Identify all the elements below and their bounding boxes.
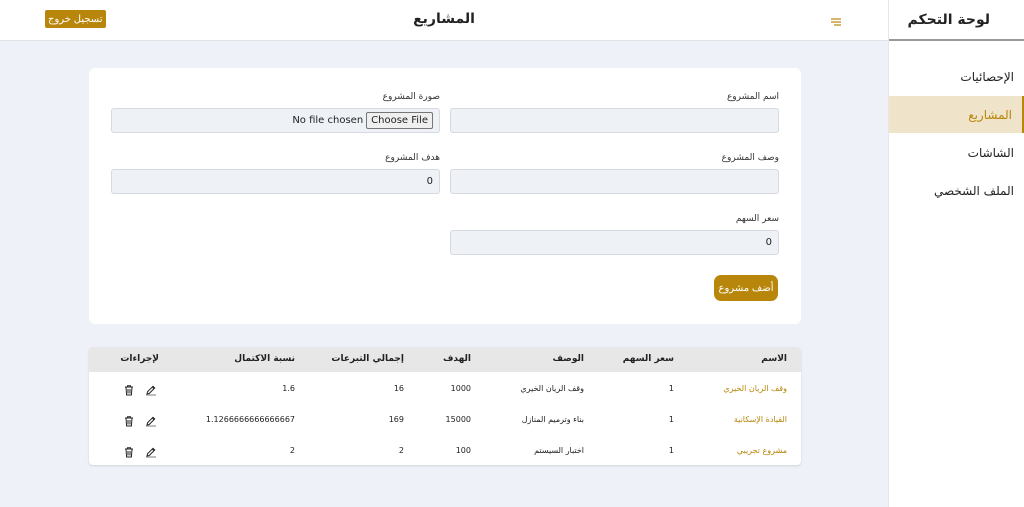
sidebar-item-statistics[interactable]: الإحصائيات [889, 58, 1024, 95]
project-description-label: وصف المشروع [721, 153, 779, 163]
project-image-label: صورة المشروع [382, 92, 440, 102]
edit-icon[interactable] [145, 381, 157, 396]
add-project-button[interactable]: أضف مشروع [714, 275, 778, 301]
edit-icon[interactable] [145, 443, 157, 458]
trash-icon[interactable] [123, 443, 135, 458]
page-title: المشاريع [413, 11, 475, 27]
project-goal-label: هدف المشروع [385, 153, 440, 163]
col-completion-header: نسبة الاكتمال [234, 354, 295, 364]
table-row: القيادة الإسكانية 1 بناء وترميم المنازل … [89, 403, 801, 434]
project-goal-input[interactable]: 0 [111, 169, 440, 194]
cell-description: بناء وترميم المنازل [521, 415, 584, 424]
col-goal-header: الهدف [442, 354, 471, 364]
table-header: الاسم سعر السهم الوصف الهدف إجمالي التبر… [89, 347, 801, 372]
cell-completion: 1.6 [282, 384, 295, 393]
logout-button[interactable]: تسجيل خروج [45, 10, 106, 28]
table-row: مشروع تجريبي 1 اختبار السيستم 100 2 2 [89, 434, 801, 465]
project-description-field: وصف المشروع [450, 152, 779, 194]
sidebar-nav: الإحصائيات المشاريع الشاشات الملف الشخصي [889, 58, 1024, 209]
project-description-input[interactable] [450, 169, 779, 194]
cell-completion: 2 [289, 446, 295, 455]
project-image-field: صورة المشروع No file chosen Choose File [111, 91, 440, 133]
cell-donations: 2 [398, 446, 404, 455]
col-donations-header: إجمالي التبرعات [331, 354, 404, 364]
cell-goal: 1000 [450, 384, 471, 393]
top-header: المشاريع تسجيل خروج [0, 0, 888, 41]
col-actions-header: لإجراءات [120, 354, 159, 364]
share-price-label: سعر السهم [735, 214, 779, 224]
cell-description: وقف الريان الخيري [520, 384, 584, 393]
sidebar-item-screens[interactable]: الشاشات [889, 134, 1024, 171]
cell-donations: 169 [388, 415, 404, 424]
table-row: وقف الريان الخيري 1 وقف الريان الخيري 10… [89, 372, 801, 403]
project-name-label: اسم المشروع [726, 92, 779, 102]
project-goal-field: هدف المشروع 0 [111, 152, 440, 194]
trash-icon[interactable] [123, 381, 135, 396]
cell-share-price: 1 [668, 415, 674, 424]
cell-name[interactable]: مشروع تجريبي [737, 446, 787, 455]
project-name-input[interactable] [450, 108, 779, 133]
hamburger-menu-icon[interactable] [830, 13, 842, 26]
file-status: No file chosen [292, 115, 364, 126]
cell-completion: 1.1266666666666667 [205, 415, 295, 424]
cell-share-price: 1 [668, 446, 674, 455]
cell-donations: 16 [393, 384, 404, 393]
sidebar-title: لوحة التحكم [889, 0, 1024, 41]
choose-file-button[interactable]: Choose File [366, 112, 433, 129]
cell-name[interactable]: وقف الريان الخيري [723, 384, 787, 393]
col-name-header: الاسم [761, 354, 787, 364]
col-share-price-header: سعر السهم [622, 354, 674, 364]
cell-name[interactable]: القيادة الإسكانية [734, 415, 787, 424]
sidebar-item-projects[interactable]: المشاريع [889, 96, 1024, 133]
cell-goal: 100 [455, 446, 471, 455]
cell-description: اختبار السيستم [534, 446, 584, 455]
edit-icon[interactable] [145, 412, 157, 427]
cell-goal: 15000 [445, 415, 471, 424]
share-price-field: سعر السهم 0 [450, 213, 779, 255]
add-project-form: اسم المشروع وصف المشروع سعر السهم 0 صورة… [89, 68, 801, 324]
cell-share-price: 1 [668, 384, 674, 393]
project-image-file-input[interactable]: No file chosen Choose File [111, 108, 440, 133]
col-description-header: الوصف [552, 354, 584, 364]
project-name-field: اسم المشروع [450, 91, 779, 133]
trash-icon[interactable] [123, 412, 135, 427]
projects-table: الاسم سعر السهم الوصف الهدف إجمالي التبر… [89, 347, 801, 465]
sidebar-item-profile[interactable]: الملف الشخصي [889, 172, 1024, 209]
share-price-input[interactable]: 0 [450, 230, 779, 255]
sidebar: لوحة التحكم الإحصائيات المشاريع الشاشات … [888, 0, 1024, 507]
